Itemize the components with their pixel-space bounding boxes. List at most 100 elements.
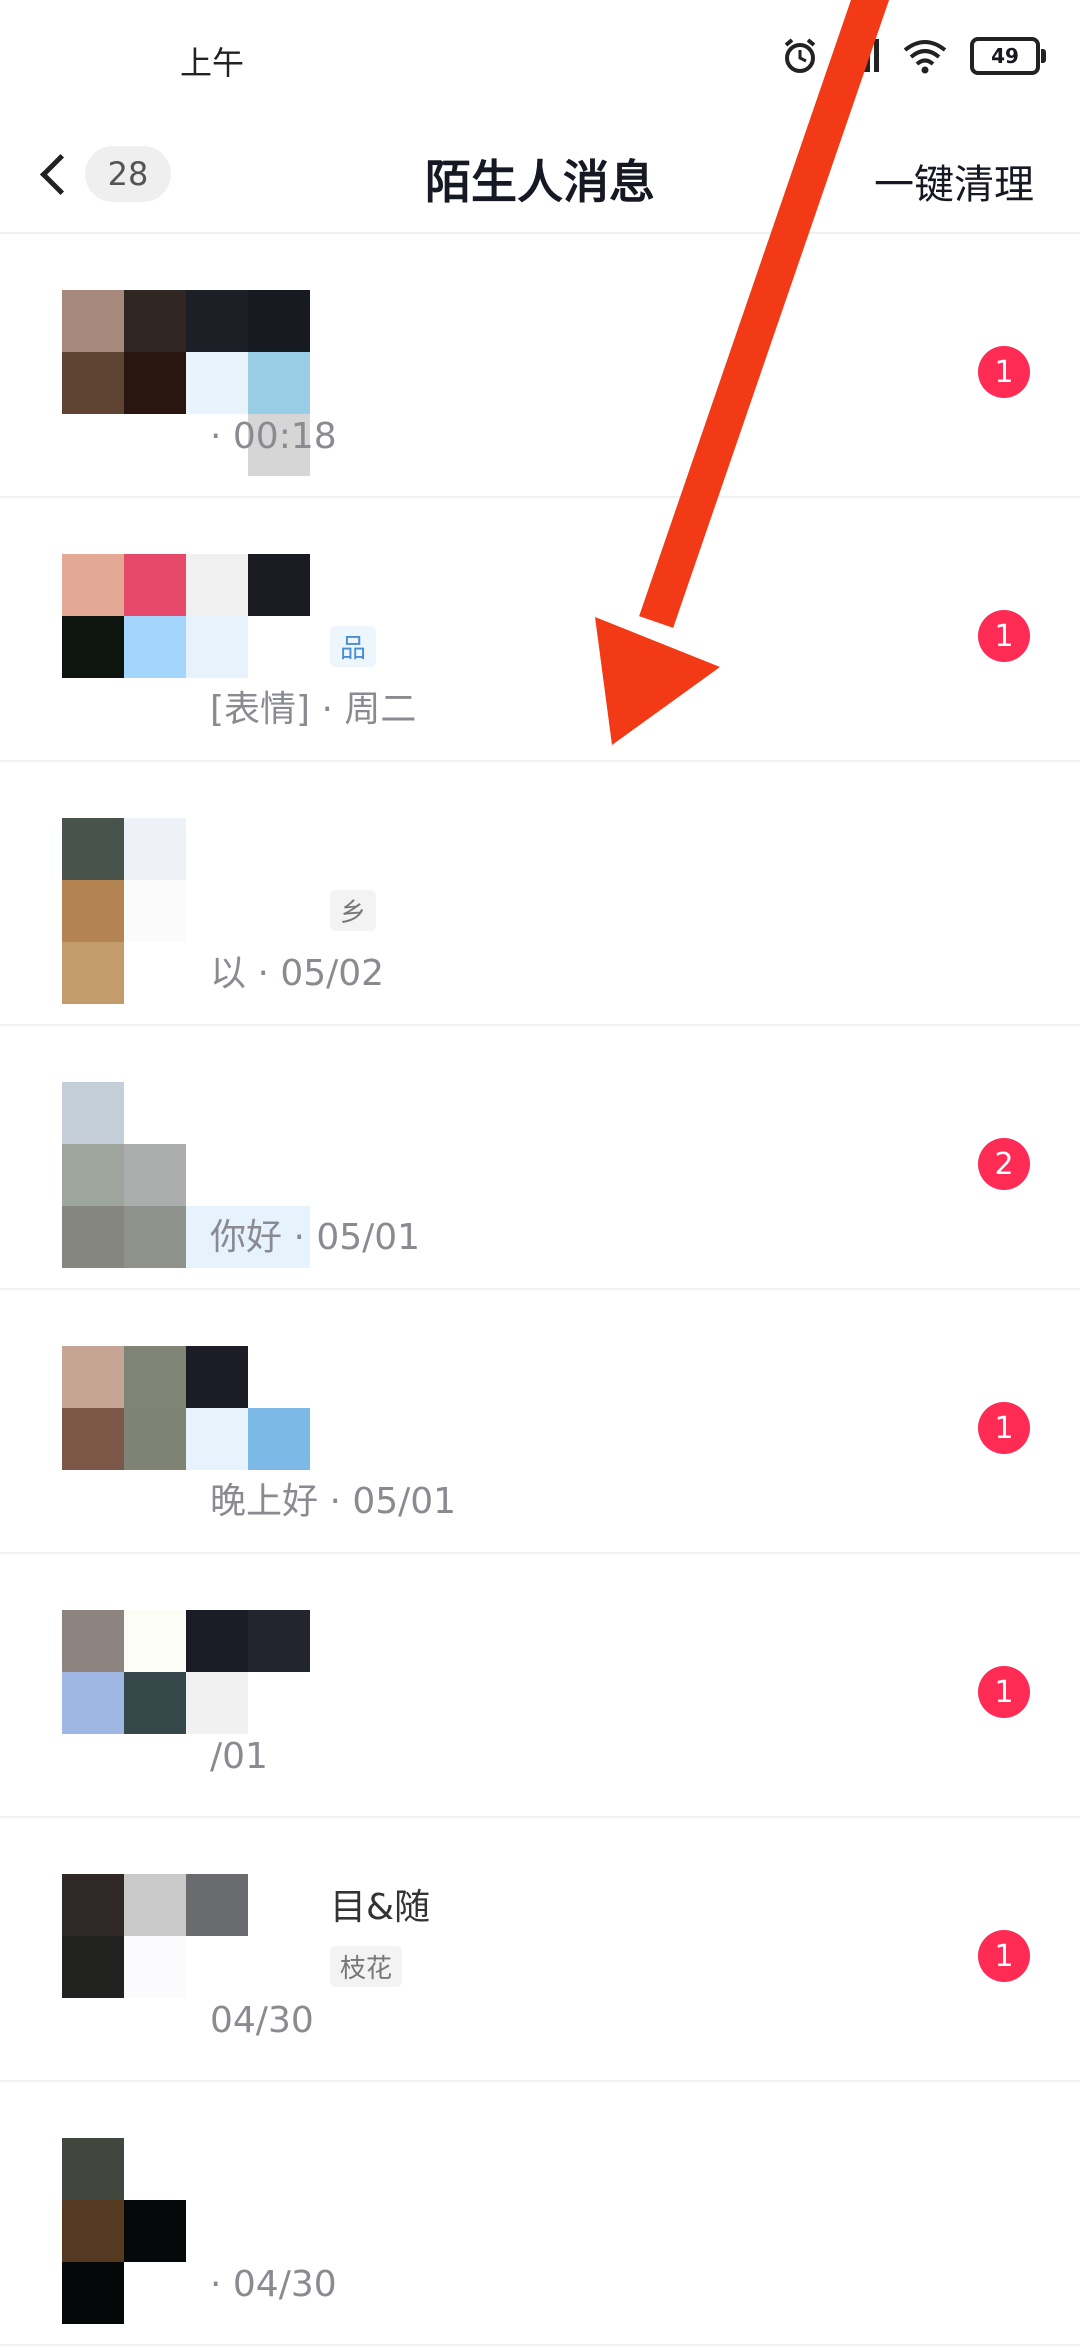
conversation-row[interactable]: /01 1: [0, 1554, 1080, 1818]
unread-badge: 1: [978, 610, 1030, 662]
avatar-cell: [248, 2200, 310, 2262]
avatar-cell: [124, 942, 186, 1004]
conversation-preview: 你好 · 05/01: [210, 1217, 421, 1258]
conversation-preview: · 04/30: [210, 2264, 337, 2305]
avatar-cell: [124, 1936, 186, 1998]
conversation-row[interactable]: 乡以 · 05/02: [0, 762, 1080, 1026]
avatar-cell: [62, 2138, 124, 2200]
battery-level: 49: [991, 44, 1019, 68]
avatar-cell: [62, 1206, 124, 1268]
avatar[interactable]: [62, 1610, 310, 1796]
conversation-tag: 枝花: [330, 1946, 403, 1987]
avatar-cell: [186, 880, 248, 942]
conversation-title: 目&随: [330, 1887, 431, 1928]
avatar-cell: [124, 678, 186, 740]
unread-badge: 1: [978, 346, 1030, 398]
avatar-cell: [186, 1408, 248, 1470]
avatar-cell: [248, 616, 310, 678]
conversation-row[interactable]: 晚上好 · 05/01 1: [0, 1290, 1080, 1554]
conversation-preview: /01: [210, 1736, 268, 1777]
avatar-cell: [62, 290, 124, 352]
avatar-cell: [62, 1734, 124, 1796]
avatar-cell: [62, 942, 124, 1004]
avatar-cell: [62, 352, 124, 414]
avatar-cell: [124, 616, 186, 678]
conversation-preview: 以 · 05/02: [210, 953, 385, 994]
avatar-cell: [186, 616, 248, 678]
avatar-cell: [62, 2200, 124, 2262]
avatar-cell: [248, 1082, 310, 1144]
alarm-icon: [784, 38, 816, 73]
avatar-cell: [248, 1346, 310, 1408]
avatar-cell: [248, 880, 310, 942]
avatar-cell: [186, 1874, 248, 1936]
avatar-cell: [248, 1408, 310, 1470]
avatar-cell: [62, 1470, 124, 1532]
conversation-row[interactable]: 品 [表情] · 周二 1: [0, 498, 1080, 762]
clear-all-button[interactable]: 一键清理: [874, 152, 1034, 210]
conversation-preview: [表情] · 周二: [210, 689, 417, 730]
conversation-row[interactable]: 目&随 枝花 04/30 1: [0, 1818, 1080, 2082]
avatar-cell: [62, 2262, 124, 2324]
avatar-cell: [248, 1936, 310, 1998]
avatar-cell: [186, 352, 248, 414]
avatar-cell: [124, 414, 186, 476]
conversation-row[interactable]: 你好 · 05/01 2: [0, 1026, 1080, 1290]
avatar-cell: [62, 1346, 124, 1408]
header: 28 陌生人消息 一键清理: [0, 120, 1080, 234]
avatar-cell: [124, 2262, 186, 2324]
avatar-cell: [124, 880, 186, 942]
avatar-cell: [124, 352, 186, 414]
avatar-cell: [186, 1082, 248, 1144]
avatar-cell: [62, 1082, 124, 1144]
avatar-cell: [248, 352, 310, 414]
unread-badge: 1: [978, 1666, 1030, 1718]
signal-icon: [844, 39, 879, 72]
avatar-cell: [248, 1874, 310, 1936]
avatar-cell: [186, 1346, 248, 1408]
avatar-cell: [186, 1610, 248, 1672]
conversation-preview: 晚上好 · 05/01: [210, 1481, 457, 1522]
avatar-cell: [62, 1672, 124, 1734]
battery-icon: 49: [970, 37, 1046, 75]
avatar-cell: [62, 1144, 124, 1206]
avatar-cell: [248, 554, 310, 616]
conversation-list: · 00:18 1 品 [表情] · 周二 1 乡以 · 05/02 你好 · 05/01 2…: [0, 234, 1080, 2346]
avatar-cell: [62, 616, 124, 678]
avatar-cell: [248, 1610, 310, 1672]
avatar-cell: [124, 1082, 186, 1144]
avatar-cell: [186, 554, 248, 616]
conversation-row[interactable]: · 00:18 1: [0, 234, 1080, 498]
avatar-cell: [124, 2200, 186, 2262]
avatar-cell: [186, 290, 248, 352]
avatar-cell: [186, 1672, 248, 1734]
avatar-cell: [124, 1998, 186, 2060]
avatar-cell: [62, 554, 124, 616]
wifi-icon: [903, 40, 947, 74]
avatar-cell: [124, 1672, 186, 1734]
avatar-cell: [124, 2138, 186, 2200]
avatar-cell: [124, 1346, 186, 1408]
conversation-tag: 品: [330, 626, 377, 667]
avatar-cell: [62, 1874, 124, 1936]
avatar-cell: [248, 290, 310, 352]
conversation-preview: 04/30: [210, 2000, 314, 2041]
avatar-cell: [248, 1672, 310, 1734]
avatar-cell: [124, 1734, 186, 1796]
avatar-cell: [124, 1144, 186, 1206]
avatar-cell: [248, 818, 310, 880]
conversation-preview: · 00:18: [210, 416, 337, 457]
avatar-cell: [186, 2200, 248, 2262]
unread-badge: 1: [978, 1402, 1030, 1454]
avatar-cell: [62, 1610, 124, 1672]
conversation-tag: 乡: [330, 890, 377, 931]
avatar-cell: [186, 1936, 248, 1998]
avatar-cell: [124, 1206, 186, 1268]
conversation-row[interactable]: · 04/30: [0, 2082, 1080, 2346]
avatar-cell: [248, 2138, 310, 2200]
avatar-cell: [124, 554, 186, 616]
avatar-cell: [186, 2138, 248, 2200]
avatar-cell: [62, 1998, 124, 2060]
avatar-cell: [62, 1936, 124, 1998]
avatar-cell: [62, 414, 124, 476]
